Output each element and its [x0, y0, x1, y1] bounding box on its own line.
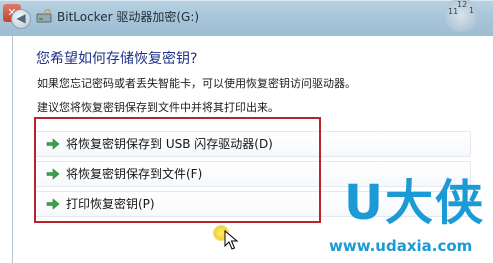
green-arrow-icon	[46, 198, 60, 210]
recommendation-text: 建议您将恢复密钥保存到文件中并将其打印出来。	[37, 101, 279, 114]
bitlocker-drive-icon	[36, 9, 52, 23]
watermark-logo: U大侠	[344, 175, 485, 231]
option-label: 将恢复密钥保存到文件(F)	[66, 167, 203, 181]
watermark-url: www.udaxia.com	[329, 237, 473, 255]
clock-gadget: 11 12 1	[444, 0, 478, 32]
window-title: BitLocker 驱动器加密(G:)	[57, 10, 200, 24]
green-arrow-icon	[46, 138, 60, 150]
option-label: 打印恢复密钥(P)	[66, 197, 155, 211]
clock-numeral: 12	[457, 0, 468, 9]
titlebar-highlight	[0, 0, 493, 1]
mouse-pointer-icon	[224, 230, 238, 250]
option-label: 将恢复密钥保存到 USB 闪存驱动器(D)	[66, 137, 273, 151]
back-button[interactable]: ◀	[11, 9, 31, 29]
description-text: 如果您忘记密码或者丢失智能卡，可以使用恢复密钥访问驱动器。	[37, 77, 356, 90]
clock-numeral: 1	[469, 6, 475, 15]
green-arrow-icon	[46, 168, 60, 180]
window-titlebar: ✕ ◀ BitLocker 驱动器加密(G:) 11 12 1	[0, 0, 493, 36]
save-to-usb-option[interactable]: 将恢复密钥保存到 USB 闪存驱动器(D)	[34, 131, 471, 157]
dialog-heading: 您希望如何存储恢复密钥?	[36, 51, 198, 67]
